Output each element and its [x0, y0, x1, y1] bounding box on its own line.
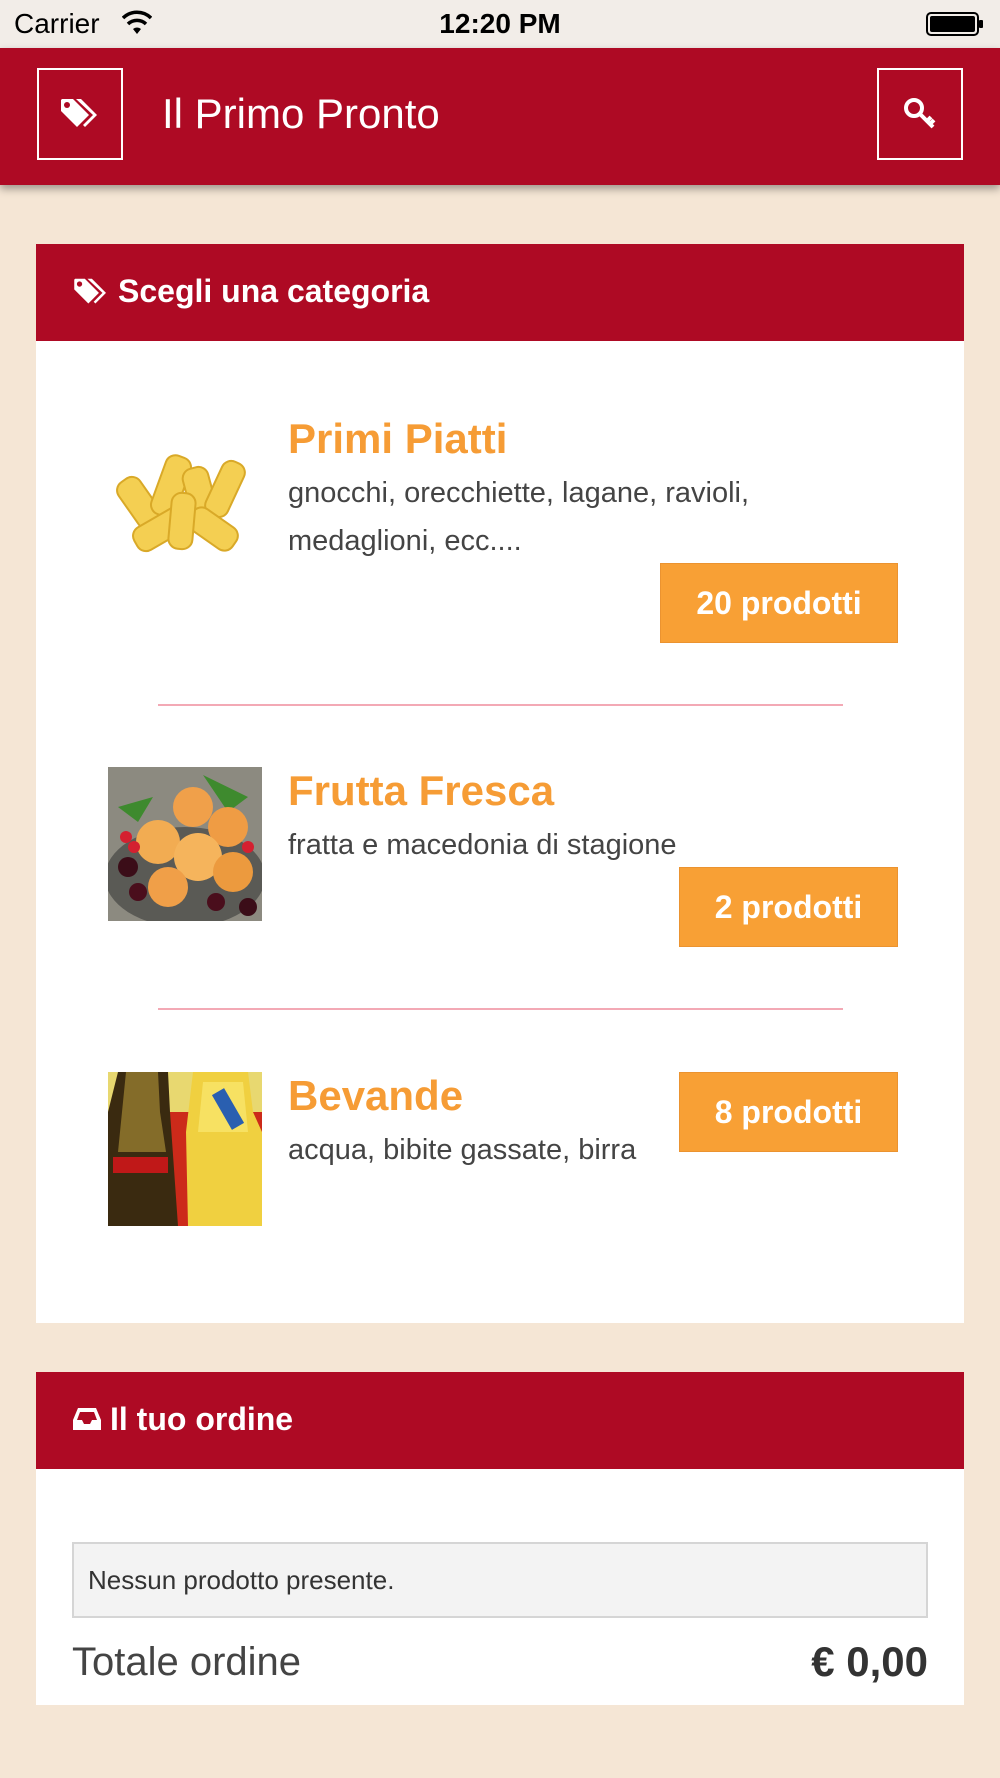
order-panel-title: Il tuo ordine [110, 1401, 294, 1437]
status-bar: Carrier 12:20 PM [0, 0, 1000, 48]
tags-icon [74, 278, 106, 304]
category-description: gnocchi, orecchiette, lagane, ravioli, m… [288, 477, 750, 557]
inbox-icon [73, 1408, 101, 1430]
divider [158, 704, 843, 706]
empty-order-message: Nessun prodotto presente. [72, 1542, 928, 1618]
categories-panel-header: Scegli una categoria [36, 244, 964, 341]
fruit-image [108, 767, 262, 921]
login-button[interactable] [877, 68, 963, 160]
pasta-image [108, 415, 262, 569]
category-count-button[interactable]: 8 prodotti [679, 1072, 898, 1152]
category-count-label: 8 prodotti [714, 1093, 863, 1130]
app-title: Il Primo Pronto [162, 90, 440, 137]
category-count-button[interactable]: 2 prodotti [679, 867, 898, 947]
category-item-primi-piatti[interactable]: Primi Piatti gnocchi, orecchiette, lagan… [108, 415, 898, 655]
order-total-value: € 0,00 [811, 1638, 928, 1685]
category-description: fratta e macedonia di stagione [288, 829, 677, 861]
category-count-button[interactable]: 20 prodotti [660, 563, 898, 643]
divider [158, 1008, 843, 1010]
category-name: Bevande [288, 1072, 464, 1119]
order-total-label: Totale ordine [72, 1640, 302, 1684]
order-panel-header: Il tuo ordine [36, 1372, 964, 1469]
clock: 12:20 PM [439, 8, 561, 39]
key-icon [904, 98, 936, 129]
category-item-frutta-fresca[interactable]: Frutta Fresca fratta e macedonia di stag… [108, 767, 898, 947]
battery-icon [926, 12, 983, 36]
category-name: Frutta Fresca [288, 767, 555, 814]
categories-panel-title: Scegli una categoria [118, 273, 430, 309]
tags-icon [61, 99, 97, 127]
category-count-label: 20 prodotti [696, 584, 862, 621]
category-item-bevande[interactable]: Bevande acqua, bibite gassate, birra 8 p… [108, 1072, 898, 1232]
categories-panel: Scegli una categoria Primi Piatti gnocch… [36, 244, 964, 1323]
categories-button[interactable] [37, 68, 123, 160]
category-count-label: 2 prodotti [714, 888, 863, 925]
category-name: Primi Piatti [288, 415, 508, 462]
order-panel: Il tuo ordine Nessun prodotto presente. … [36, 1372, 964, 1705]
drinks-image [108, 1072, 262, 1226]
app-header: Il Primo Pronto [0, 48, 1000, 185]
